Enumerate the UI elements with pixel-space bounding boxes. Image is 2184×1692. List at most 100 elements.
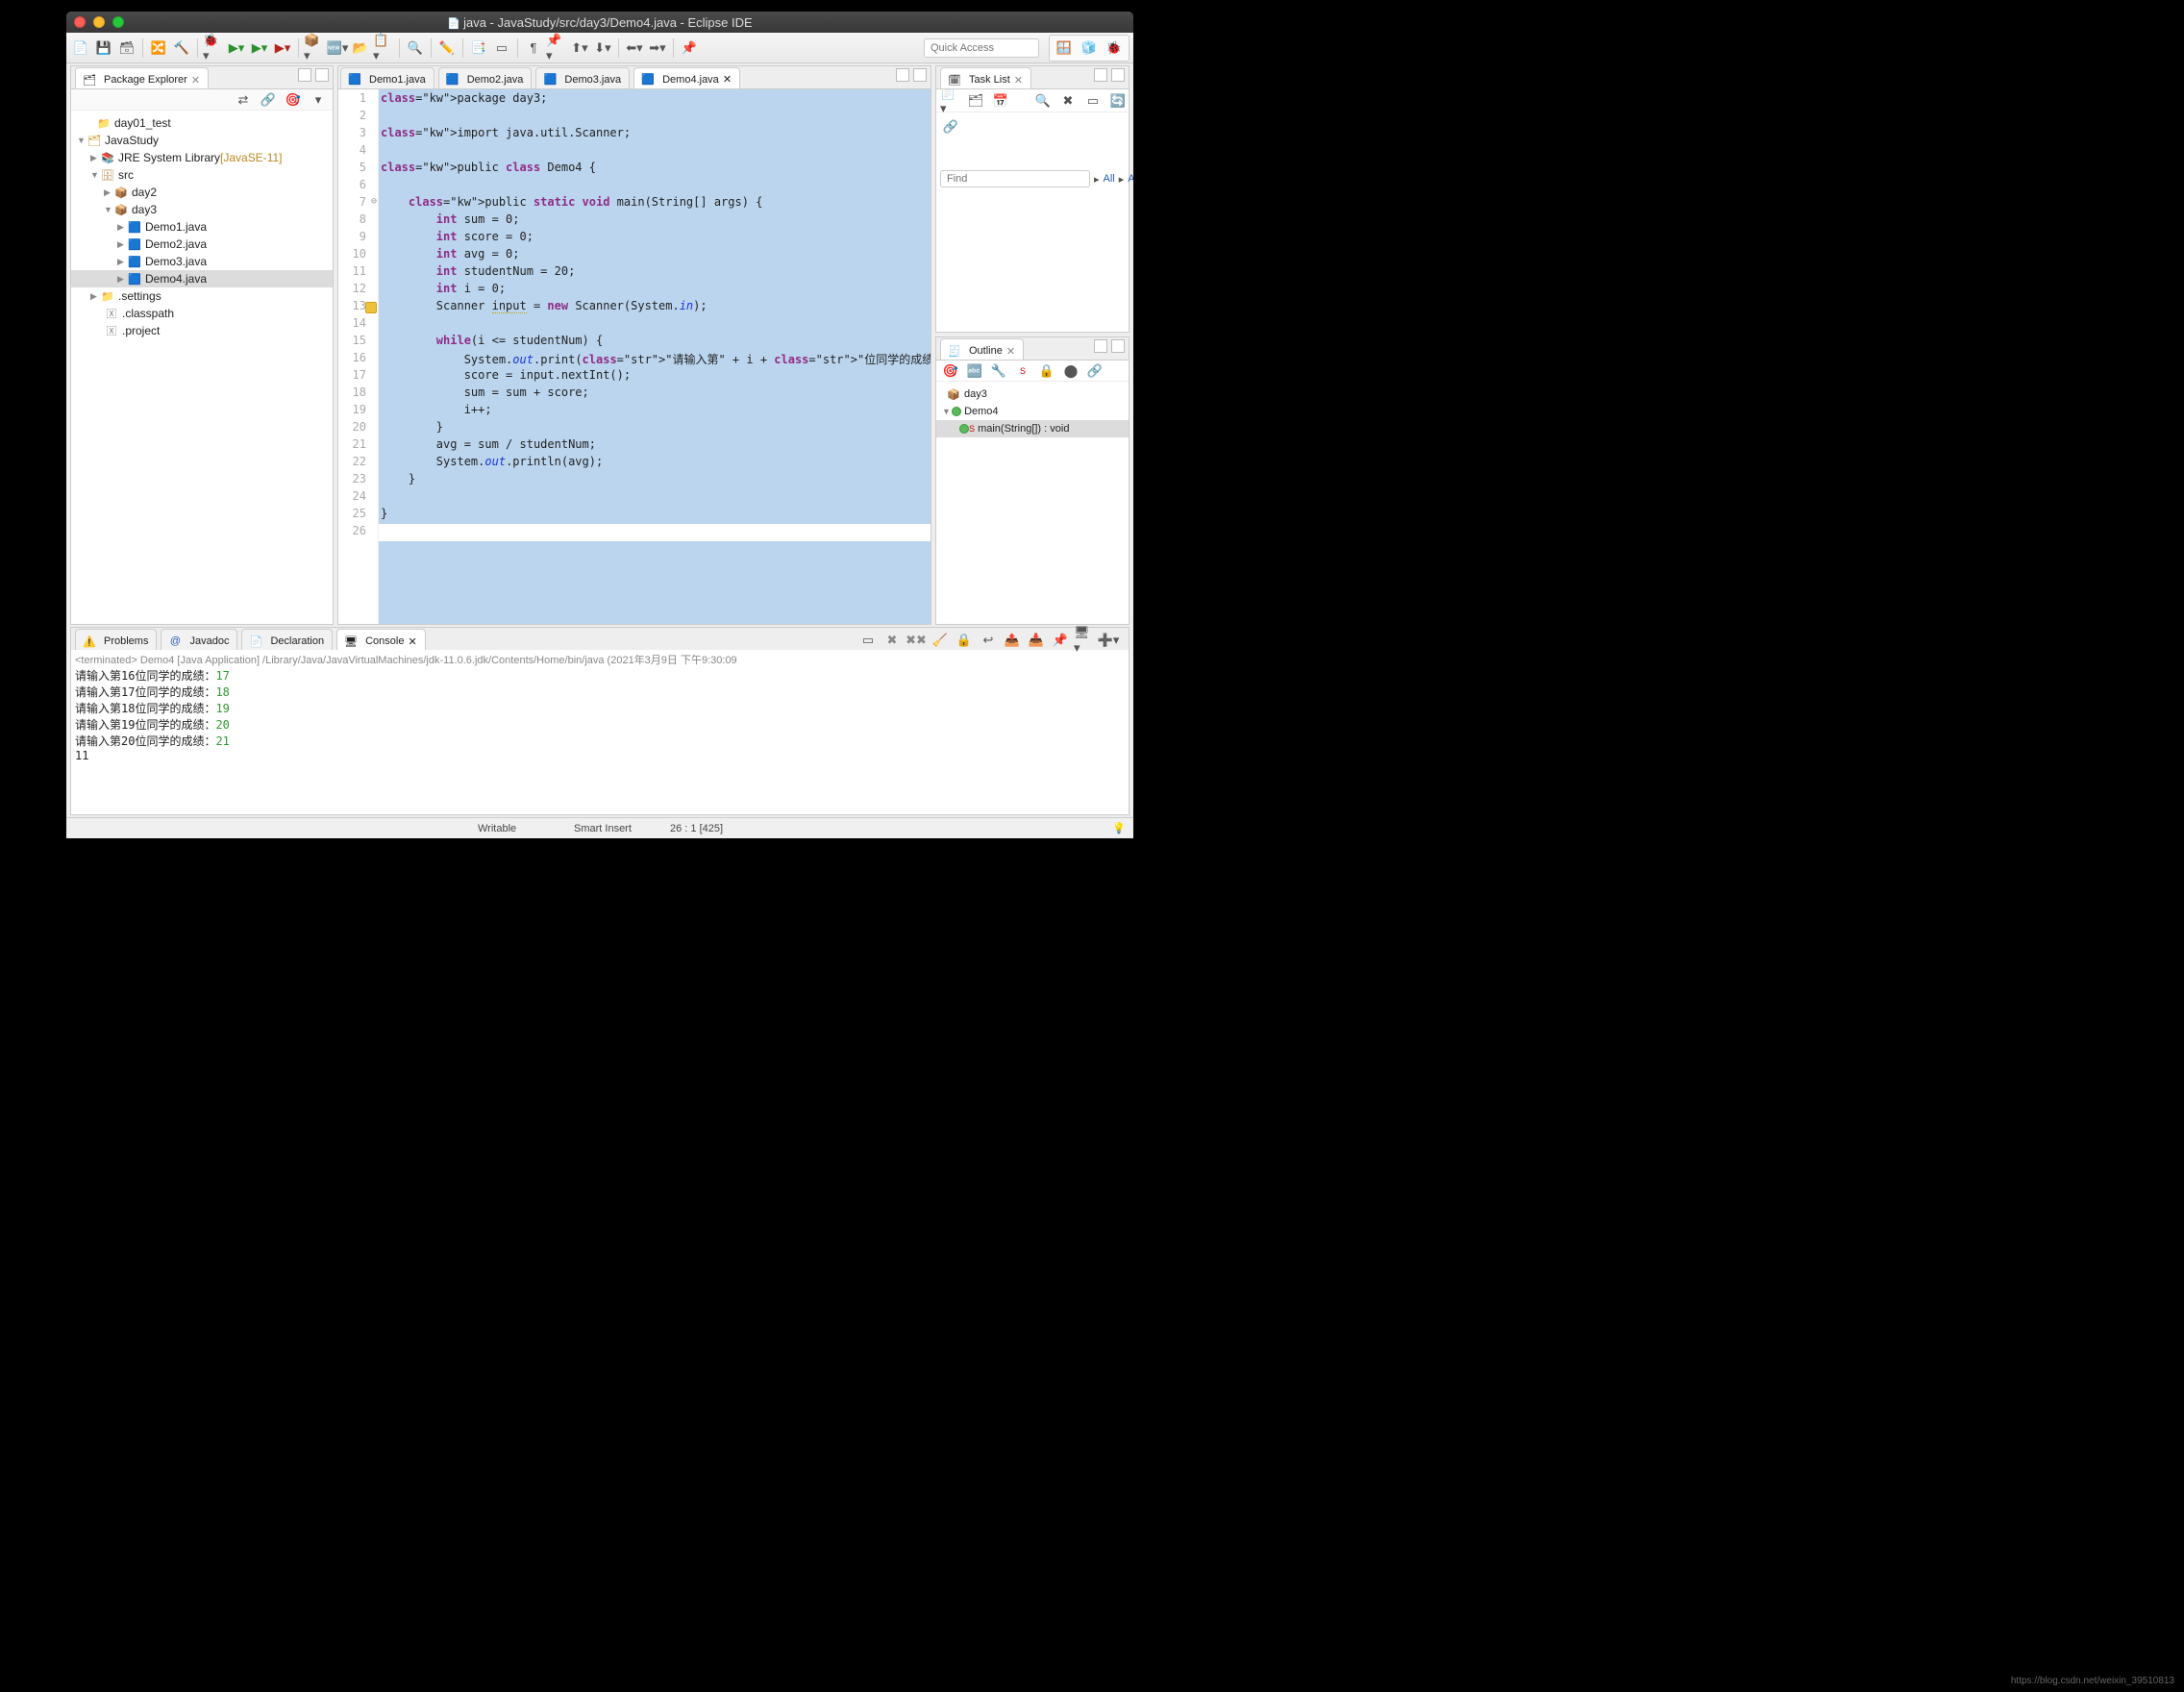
hide-button[interactable]: ✖ (1057, 90, 1079, 112)
coverage-button[interactable]: ▶▾ (249, 37, 270, 59)
maximize-view-button[interactable] (1111, 339, 1125, 353)
editor-tab[interactable]: 🟦Demo3.java (535, 67, 630, 88)
categorize-button[interactable]: 🗂 (965, 90, 986, 112)
hide-static-button[interactable]: S (1012, 361, 1033, 382)
show-stdout-button[interactable]: 📤 (1002, 630, 1023, 651)
tip-icon[interactable]: 💡 (1112, 822, 1126, 834)
file-node[interactable]: 🅇.classpath (71, 305, 333, 322)
new-task-button[interactable]: 📄▾ (940, 90, 961, 112)
folder-node[interactable]: ▶📁.settings (71, 287, 333, 305)
toggle-block-button[interactable]: ▭ (491, 37, 512, 59)
hide-fields-button[interactable]: 🔧 (988, 361, 1009, 382)
scroll-lock-button[interactable]: 🔒 (954, 630, 975, 651)
forward-button[interactable]: ➡▾ (647, 37, 668, 59)
close-icon[interactable]: ✕ (1014, 74, 1023, 87)
terminate-button[interactable]: ▭ (857, 630, 879, 651)
library-node[interactable]: ▶📚JRE System Library [JavaSE-11] (71, 149, 333, 166)
sync-button[interactable]: 🔄 (1107, 90, 1129, 112)
close-icon[interactable]: ✕ (408, 635, 416, 648)
wand-button[interactable]: ✏️ (436, 37, 458, 59)
debug-button[interactable]: 🐞▾ (203, 37, 224, 59)
annotation-button[interactable]: 📌▾ (546, 37, 567, 59)
minimize-view-button[interactable] (298, 68, 311, 82)
minimize-view-button[interactable] (1094, 339, 1107, 353)
project-node[interactable]: ▼🗂JavaStudy (71, 132, 333, 149)
editor-tab[interactable]: 🟦Demo2.java (438, 67, 533, 88)
remove-launch-button[interactable]: ✖ (881, 630, 903, 651)
show-stderr-button[interactable]: 📥 (1026, 630, 1047, 651)
java-perspective-button[interactable]: 🧊 (1079, 37, 1100, 59)
word-wrap-button[interactable]: ↩ (978, 630, 999, 651)
pin-console-button[interactable]: 📌 (1050, 630, 1071, 651)
link-editor-button[interactable]: 🔗 (258, 89, 279, 111)
declaration-tab[interactable]: 📄Declaration (241, 629, 333, 650)
task-list-tab[interactable]: 🗓 Task List ✕ (940, 67, 1031, 88)
close-tab-icon[interactable]: ✕ (723, 73, 732, 86)
task-find-input[interactable] (940, 170, 1090, 187)
outline-tab[interactable]: 🧾 Outline ✕ (940, 338, 1024, 360)
ext-tools-button[interactable]: ▶▾ (272, 37, 293, 59)
toggle-mark-button[interactable]: 📑 (468, 37, 489, 59)
java-file-node[interactable]: ▶🟦Demo3.java (71, 253, 333, 270)
all-link[interactable]: All (1104, 173, 1115, 185)
switch-button[interactable]: 🔀 (148, 37, 169, 59)
maximize-view-button[interactable] (315, 68, 329, 82)
prev-annotation-button[interactable]: ⬇▾ (592, 37, 613, 59)
clear-console-button[interactable]: 🧹 (930, 630, 951, 651)
display-selected-button[interactable]: 🖥▾ (1074, 630, 1095, 651)
pin-button[interactable]: 📌 (679, 37, 700, 59)
link-editor-button[interactable]: 🔗 (1084, 361, 1105, 382)
minimize-view-button[interactable] (1094, 68, 1107, 82)
debug-perspective-button[interactable]: 🐞 (1104, 37, 1125, 59)
save-button[interactable]: 💾 (93, 37, 114, 59)
back-button[interactable]: ⬅▾ (624, 37, 645, 59)
package-explorer-tree[interactable]: 📁day01_test ▼🗂JavaStudy ▶📚JRE System Lib… (71, 111, 333, 624)
maximize-view-button[interactable] (1111, 68, 1125, 82)
outline-method-node[interactable]: S main(String[]) : void (936, 420, 1129, 437)
new-class-button[interactable]: 🆕▾ (327, 37, 348, 59)
package-explorer-tab[interactable]: 🗂 Package Explorer ✕ (75, 67, 209, 88)
package-node[interactable]: ▶📦day2 (71, 184, 333, 201)
console-tab[interactable]: 🖥Console✕ (336, 629, 426, 650)
package-node[interactable]: ▼📦day3 (71, 201, 333, 218)
editor-tab[interactable]: 🟦Demo1.java (340, 67, 434, 88)
open-task-button[interactable]: 📋▾ (373, 37, 394, 59)
minimize-editor-button[interactable] (896, 68, 909, 82)
open-console-button[interactable]: ➕▾ (1098, 630, 1119, 651)
close-icon[interactable]: ✕ (191, 74, 200, 87)
sort-button[interactable]: 🔤 (964, 361, 985, 382)
quick-access-input[interactable] (924, 38, 1039, 58)
activate-link[interactable]: Activ... (1128, 173, 1133, 185)
problems-tab[interactable]: ⚠️Problems (75, 629, 157, 650)
outline-tree[interactable]: 📦day3 ▼ Demo4 S main(String[]) : void (936, 382, 1129, 441)
src-folder-node[interactable]: ▼🗄src (71, 166, 333, 184)
code-editor[interactable]: class="kw">package day3;class="kw">impor… (379, 89, 931, 624)
close-icon[interactable]: ✕ (1006, 345, 1015, 358)
collapse-button[interactable]: ▭ (1082, 90, 1104, 112)
maximize-editor-button[interactable] (913, 68, 927, 82)
hide-local-button[interactable]: ⬤ (1060, 361, 1081, 382)
java-file-node[interactable]: ▶🟦Demo1.java (71, 218, 333, 236)
collapse-all-button[interactable]: ⇄ (233, 89, 254, 111)
schedule-button[interactable]: 📅 (990, 90, 1011, 112)
console-output[interactable]: <terminated> Demo4 [Java Application] /L… (70, 650, 1129, 815)
java-file-node[interactable]: ▶🟦Demo4.java (71, 270, 333, 287)
link-icon[interactable]: 🔗 (940, 116, 961, 137)
project-node[interactable]: 📁day01_test (71, 114, 333, 132)
run-button[interactable]: ▶▾ (226, 37, 247, 59)
save-all-button[interactable]: 🗃 (116, 37, 137, 59)
outline-class-node[interactable]: ▼ Demo4 (936, 403, 1129, 420)
next-annotation-button[interactable]: ⬆▾ (569, 37, 590, 59)
show-whitespace-button[interactable]: ¶ (523, 37, 544, 59)
editor-tab[interactable]: 🟦Demo4.java✕ (633, 67, 740, 88)
focus-button[interactable]: 🔍 (1032, 90, 1054, 112)
java-file-node[interactable]: ▶🟦Demo2.java (71, 236, 333, 253)
open-perspective-button[interactable]: 🪟 (1054, 37, 1075, 59)
build-button[interactable]: 🔨 (171, 37, 192, 59)
search-button[interactable]: 🔍 (405, 37, 426, 59)
javadoc-tab[interactable]: @Javadoc (161, 629, 237, 650)
hide-nonpublic-button[interactable]: 🔒 (1036, 361, 1057, 382)
open-type-button[interactable]: 📂 (350, 37, 371, 59)
focus-button[interactable]: 🎯 (940, 361, 961, 382)
new-package-button[interactable]: 📦▾ (304, 37, 325, 59)
